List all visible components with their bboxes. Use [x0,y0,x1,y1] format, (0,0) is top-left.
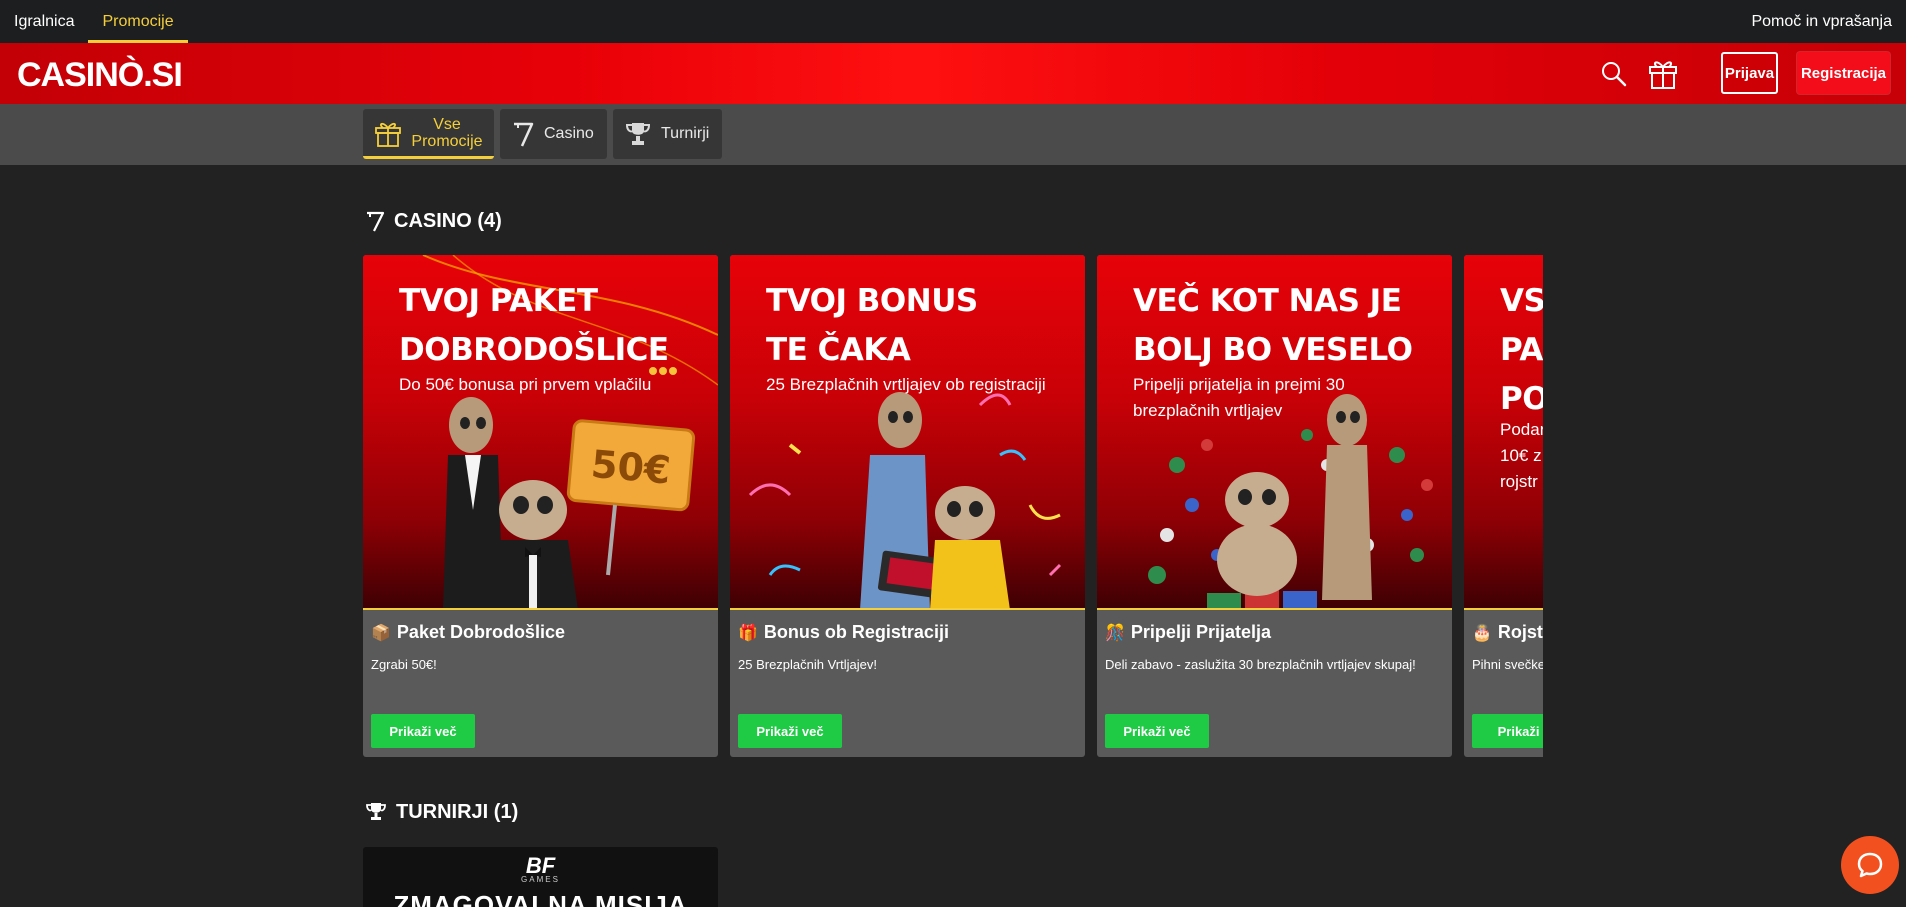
filter-all-promotions[interactable]: Vse Promocije [363,109,494,159]
gift-icon[interactable] [1646,56,1680,90]
card-title: 🎂 Rojst [1472,622,1543,642]
tab-igralnica[interactable]: Igralnica [0,0,88,43]
banner-title: TVOJ BONUS TE ČAKA [766,283,978,368]
section-title-turnirji: TURNIRJI (1) [364,799,518,825]
card-title: 🎁 Bonus ob Registraciji [738,622,949,642]
card-title: 📦 Paket Dobrodošlice [371,622,565,642]
promo-banner: VEČ KOT NAS JE BOLJ BO VESELO Pripelji pr… [1097,255,1452,610]
chat-icon [1857,852,1883,878]
filter-label: Casino [544,125,594,142]
package-icon: 📦 [371,624,391,642]
sign-text: 50€ [589,442,672,493]
card-body: 🎊 Pripelji Prijatelja Deli zabavo - zaslu… [1097,610,1452,757]
banner-title: VEČ KOT NAS JE BOLJ BO VESELO [1133,283,1413,368]
gift-icon [375,122,401,147]
login-button[interactable]: Prijava [1721,52,1778,94]
cake-icon: 🎂 [1472,624,1492,642]
card-title: 🎊 Pripelji Prijatelja [1105,622,1271,642]
card-description: 25 Brezplačnih Vrtljajev! [738,657,877,672]
chat-button[interactable] [1841,836,1899,894]
section-title-text: CASINO (4) [394,209,502,232]
card-description: Pihni svečke [1472,657,1543,672]
seven-icon [367,211,385,232]
promo-banner: TVOJ BONUS TE ČAKA 25 Brezplačnih vrtljaj… [730,255,1085,610]
banner-text: Pripelji prijatelja in prejmi 30 brezpla… [1133,375,1345,420]
filter-label: Turnirji [661,125,710,142]
trophy-icon [366,803,386,820]
section-title-text: TURNIRJI (1) [396,800,519,823]
show-more-button[interactable]: Prikaži več [1105,714,1209,748]
tournament-card[interactable]: BF GAMES ZMAGOVALNA MISIJA [363,847,718,907]
promo-card[interactable]: TVOJ BONUS TE ČAKA 25 Brezplačnih vrtljaj… [730,255,1085,757]
banner-text: Podar 10€ z rojstr [1500,420,1543,491]
show-more-button[interactable]: Prikaži več [371,714,475,748]
card-description: Zgrabi 50€! [371,657,437,672]
promo-banner: 50€ TVOJ PAKET DOBRODOŠLICE Do 50€ bonusa… [363,255,718,610]
show-more-button[interactable]: Prikaži več [738,714,842,748]
filter-label: Vse Promocije [411,115,483,150]
help-link[interactable]: Pomoč in vprašanja [1751,0,1892,43]
seven-icon [514,122,534,147]
register-button[interactable]: Registracija [1797,52,1890,94]
filter-casino[interactable]: Casino [500,109,607,159]
casino-logo[interactable]: CASINÒ.SI [17,56,183,95]
banner-title: VSPAPO [1500,283,1543,417]
card-description: Deli zabavo - zaslužita 30 brezplačnih v… [1105,657,1416,672]
promo-card[interactable]: VSPAPO Podar10€ zrojstr 🎂Rojst Pihni sve… [1464,255,1543,757]
banner-title: TVOJ PAKET DOBRODOŠLICE [399,283,669,368]
casino-promo-carousel: 50€ TVOJ PAKET DOBRODOŠLICE Do 50€ bonusa… [363,255,1543,757]
show-more-button[interactable]: Prikaži v [1472,714,1543,748]
promo-banner: VSPAPO Podar10€ zrojstr [1464,255,1543,610]
top-nav: Igralnica Promocije Pomoč in vprašanja [0,0,1906,43]
promo-filter-bar: Vse Promocije Casino Turnirji [0,104,1906,165]
promo-card[interactable]: 50€ TVOJ PAKET DOBRODOŠLICE Do 50€ bonusa… [363,255,718,757]
card-body: 📦 Paket Dobrodošlice Zgrabi 50€! Prikaži … [363,610,718,757]
confetti-icon: 🎊 [1105,624,1125,642]
search-icon[interactable] [1598,58,1630,90]
bf-games-subtitle: GAMES [521,875,560,884]
banner-text: 25 Brezplačnih vrtljajev ob registraciji [766,375,1046,394]
promo-card[interactable]: VEČ KOT NAS JE BOLJ BO VESELO Pripelji pr… [1097,255,1452,757]
trophy-icon [625,123,651,145]
bf-games-logo: BF [525,853,556,878]
section-title-casino: CASINO (4) [364,208,502,234]
card-body: 🎂Rojst Pihni svečke Prikaži v [1464,610,1543,757]
card-body: 🎁 Bonus ob Registraciji 25 Brezplačnih Vr… [730,610,1085,757]
filter-turnirji[interactable]: Turnirji [613,109,722,159]
banner-text: Do 50€ bonusa pri prvem vplačilu [399,375,652,394]
gift-icon: 🎁 [738,624,758,642]
tournament-title: ZMAGOVALNA MISIJA [393,890,688,907]
tab-promocije[interactable]: Promocije [88,0,188,43]
header: CASINÒ.SI Prijava Registracija [0,43,1906,104]
